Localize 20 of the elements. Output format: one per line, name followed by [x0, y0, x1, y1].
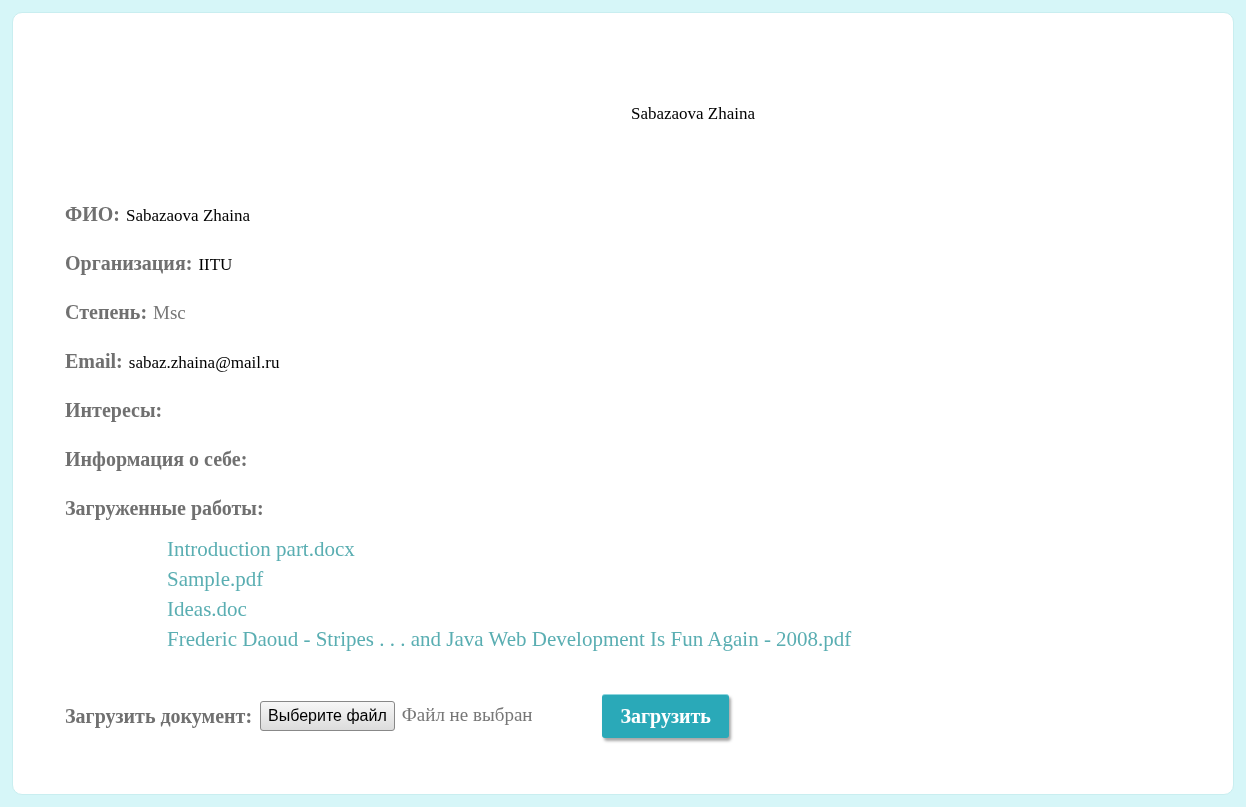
choose-file-button[interactable]: Выберите файл [260, 700, 395, 731]
field-label: ФИО: [65, 201, 120, 227]
file-status: Файл не выбран [401, 703, 533, 728]
file-link[interactable]: Frederic Daoud - Stripes . . . and Java Web Development Is Fun Again - 2008.pdf [167, 623, 852, 654]
field-label: Интересы: [65, 397, 163, 424]
field-value: Msc [153, 300, 186, 325]
field-label: Информация о себе: [65, 446, 248, 473]
field-label: Загруженные работы: [65, 495, 264, 522]
file-link[interactable]: Sample.pdf [167, 563, 264, 594]
file-link[interactable]: Introduction part.docx [167, 533, 355, 564]
field-label: Организация: [65, 250, 193, 277]
profile-title: Sabazaova Zhaina [630, 103, 756, 125]
field-value: IITU [198, 253, 233, 276]
file-link[interactable]: Ideas.doc [167, 593, 247, 624]
field-label: Степень: [65, 299, 148, 325]
upload-button[interactable]: Загрузить [602, 693, 729, 738]
field-value: Sabazaova Zhaina [125, 204, 251, 227]
field-label: Email: [65, 348, 123, 374]
upload-label: Загрузить документ: [65, 703, 253, 730]
field-value: sabaz.zhaina@mail.ru [128, 351, 280, 374]
